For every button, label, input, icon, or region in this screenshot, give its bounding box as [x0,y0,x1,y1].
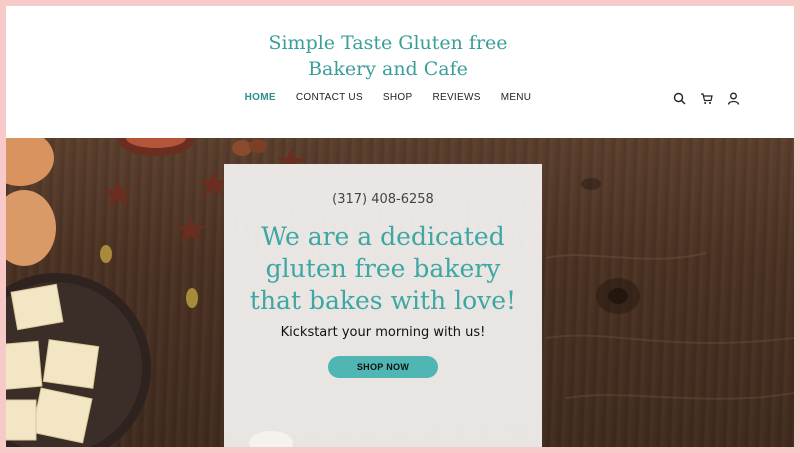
hero-headline: We are a dedicated gluten free bakery th… [249,222,517,315]
page-frame: Simple Taste Gluten free Bakery and Cafe… [6,6,794,447]
site-title[interactable]: Simple Taste Gluten free Bakery and Cafe [6,30,770,82]
nav-item-reviews[interactable]: REVIEWS [432,92,480,103]
nav-item-home[interactable]: HOME [245,92,276,103]
nav-item-contact-us[interactable]: CONTACT US [296,92,363,103]
site-header: Simple Taste Gluten free Bakery and Cafe… [6,6,794,138]
hero-info-card: (317) 408-6258 We are a dedicated gluten… [224,164,542,447]
search-icon[interactable] [673,92,686,105]
nav-item-shop[interactable]: SHOP [383,92,413,103]
site-title-line-1[interactable]: Simple Taste Gluten free [6,30,770,56]
cart-icon[interactable] [700,92,713,105]
shop-now-button[interactable]: SHOP NOW [328,356,438,378]
hero-subline: Kickstart your morning with us! [280,325,486,340]
nav-item-menu[interactable]: MENU [501,92,532,103]
site-title-line-2[interactable]: Bakery and Cafe [6,56,770,82]
header-icons [673,92,740,105]
account-icon[interactable] [727,92,740,105]
phone-number[interactable]: (317) 408-6258 [224,192,542,207]
hero-banner: (317) 408-6258 We are a dedicated gluten… [6,138,794,447]
main-nav: HOME CONTACT US SHOP REVIEWS MENU [6,92,770,103]
